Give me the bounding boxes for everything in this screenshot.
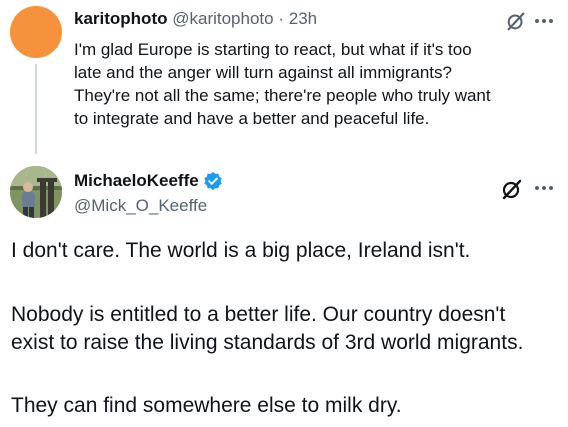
main-avatar[interactable] (10, 166, 62, 218)
main-author-name[interactable]: MichaeloKeeffe (74, 170, 199, 192)
verified-badge-icon[interactable] (203, 171, 223, 191)
grok-icon[interactable] (500, 177, 524, 201)
main-author-handle[interactable]: @Mick_O_Keeffe (74, 195, 207, 217)
parent-text-line: I'm glad Europe is starting to react, bu… (74, 40, 472, 59)
main-tweet-text-line: exist to raise the living standards of 3… (11, 331, 524, 354)
main-author-row: MichaeloKeeffe (74, 170, 223, 192)
main-tweet-text-line: I don't care. The world is a big place, … (11, 239, 471, 262)
parent-author-handle[interactable]: @karitophoto (172, 9, 273, 28)
parent-text-line: to integrate and have a better and peace… (74, 109, 430, 128)
parent-avatar[interactable] (10, 6, 62, 58)
avatar-photo-image (10, 166, 62, 218)
parent-author-name[interactable]: karitophoto (74, 9, 168, 28)
more-options-icon[interactable] (533, 178, 555, 198)
thread-connector-line (35, 64, 37, 154)
main-tweet-text-line: Nobody is entitled to a better life. Our… (11, 303, 506, 326)
parent-timestamp[interactable]: 23h (289, 9, 317, 28)
parent-text-line: They're not all the same; there're peopl… (74, 86, 491, 105)
parent-tweet-text: I'm glad Europe is starting to react, bu… (74, 38, 554, 130)
more-options-icon[interactable] (533, 11, 555, 31)
parent-tweet-header: karitophoto @karitophoto · 23h (74, 8, 317, 30)
grok-icon[interactable] (505, 10, 527, 32)
parent-text-line: late and the anger will turn against all… (74, 63, 452, 82)
main-tweet-text-line: They can find somewhere else to milk dry… (11, 394, 402, 417)
header-separator: · (278, 9, 285, 28)
